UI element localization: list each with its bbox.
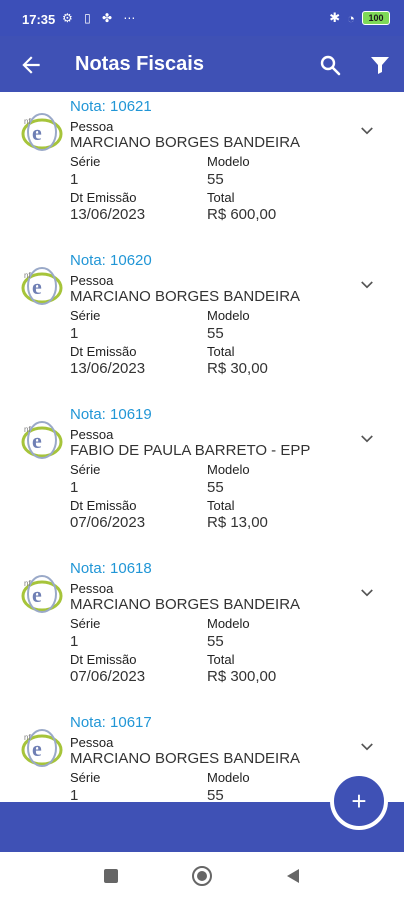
total-value: R$ 13,00	[207, 514, 268, 531]
svg-text:nf: nf	[24, 117, 31, 126]
chevron-down-icon[interactable]	[358, 738, 376, 756]
home-circle-icon[interactable]	[191, 865, 213, 887]
note-card[interactable]: e nf Nota: 10620 Pessoa MARCIANO BORGES …	[0, 246, 404, 401]
pessoa-label: Pessoa	[70, 119, 114, 134]
serie-label: Série	[70, 616, 101, 631]
chevron-down-icon[interactable]	[358, 122, 376, 140]
modelo-value: 55	[207, 325, 224, 342]
note-card[interactable]: e nf Nota: 10619 Pessoa FABIO DE PAULA B…	[0, 400, 404, 555]
total-label: Total	[207, 344, 235, 359]
svg-text:nf: nf	[24, 579, 31, 588]
system-icons: ✱ ◔ 100	[329, 10, 390, 26]
serie-value: 1	[70, 479, 79, 496]
dt-emissao-value: 13/06/2023	[70, 360, 146, 377]
svg-text:nf: nf	[24, 271, 31, 280]
nota-number[interactable]: Nota: 10621	[70, 98, 152, 115]
status-time: 17:35	[22, 12, 56, 27]
modelo-label: Modelo	[207, 770, 250, 785]
bluetooth-icon: ✱	[329, 10, 341, 25]
nfe-logo-icon: e nf	[21, 575, 63, 613]
nfe-logo-icon: e nf	[21, 421, 63, 459]
serie-value: 1	[70, 171, 79, 188]
serie-value: 1	[70, 325, 79, 342]
modelo-value: 55	[207, 479, 224, 496]
svg-text:e: e	[32, 120, 42, 145]
serie-label: Série	[70, 308, 101, 323]
total-value: R$ 300,00	[207, 668, 277, 685]
modelo-label: Modelo	[207, 616, 250, 631]
filter-icon[interactable]	[368, 53, 392, 77]
svg-text:e: e	[32, 582, 42, 607]
pessoa-value: MARCIANO BORGES BANDEIRA	[70, 134, 301, 151]
total-label: Total	[207, 190, 235, 205]
pessoa-label: Pessoa	[70, 273, 114, 288]
serie-label: Série	[70, 462, 101, 477]
wifi-icon: ◔	[347, 10, 355, 26]
battery-icon: 100	[362, 11, 390, 25]
total-label: Total	[207, 652, 235, 667]
search-icon[interactable]	[318, 53, 342, 77]
serie-value: 1	[70, 787, 79, 802]
dt-emissao-label: Dt Emissão	[70, 344, 137, 359]
chevron-down-icon[interactable]	[358, 584, 376, 602]
nfe-logo-icon: e nf	[21, 267, 63, 305]
svg-text:e: e	[32, 736, 42, 761]
dt-emissao-label: Dt Emissão	[70, 652, 137, 667]
back-arrow-icon[interactable]	[18, 52, 44, 78]
pessoa-value: MARCIANO BORGES BANDEIRA	[70, 288, 301, 305]
nota-number[interactable]: Nota: 10620	[70, 252, 152, 269]
pessoa-value: FABIO DE PAULA BARRETO - EPP	[70, 442, 311, 459]
pessoa-label: Pessoa	[70, 735, 114, 750]
note-card[interactable]: e nf Nota: 10621 Pessoa MARCIANO BORGES …	[0, 92, 404, 247]
nota-number[interactable]: Nota: 10617	[70, 714, 152, 731]
note-card[interactable]: e nf Nota: 10618 Pessoa MARCIANO BORGES …	[0, 554, 404, 709]
total-label: Total	[207, 498, 235, 513]
pessoa-value: MARCIANO BORGES BANDEIRA	[70, 596, 301, 613]
chevron-down-icon[interactable]	[358, 276, 376, 294]
nota-number[interactable]: Nota: 10619	[70, 406, 152, 423]
back-triangle-icon[interactable]	[284, 867, 302, 885]
dt-emissao-value: 13/06/2023	[70, 206, 146, 223]
add-nota-button[interactable]: +	[330, 772, 388, 830]
serie-value: 1	[70, 633, 79, 650]
chevron-down-icon[interactable]	[358, 430, 376, 448]
recents-square-icon[interactable]	[102, 867, 120, 885]
serie-label: Série	[70, 154, 101, 169]
app-bar: Notas Fiscais	[0, 36, 404, 92]
modelo-value: 55	[207, 787, 224, 802]
dt-emissao-label: Dt Emissão	[70, 498, 137, 513]
system-nav-bar	[0, 852, 404, 900]
nfe-logo-icon: e nf	[21, 113, 63, 151]
pessoa-label: Pessoa	[70, 581, 114, 596]
modelo-value: 55	[207, 171, 224, 188]
total-value: R$ 30,00	[207, 360, 268, 377]
svg-text:nf: nf	[24, 425, 31, 434]
pessoa-value: MARCIANO BORGES BANDEIRA	[70, 750, 301, 767]
svg-text:e: e	[32, 274, 42, 299]
dt-emissao-value: 07/06/2023	[70, 668, 146, 685]
modelo-label: Modelo	[207, 462, 250, 477]
serie-label: Série	[70, 770, 101, 785]
pessoa-label: Pessoa	[70, 427, 114, 442]
total-value: R$ 600,00	[207, 206, 277, 223]
nota-number[interactable]: Nota: 10618	[70, 560, 152, 577]
nfe-logo-icon: e nf	[21, 729, 63, 767]
status-bar: 17:35 ⚙ ▯ ✤ ⋯ ✱ ◔ 100	[0, 0, 404, 36]
notification-icons: ⚙ ▯ ✤ ⋯	[62, 11, 140, 25]
dt-emissao-label: Dt Emissão	[70, 190, 137, 205]
modelo-value: 55	[207, 633, 224, 650]
notes-list: e nf Nota: 10621 Pessoa MARCIANO BORGES …	[0, 92, 404, 802]
svg-text:nf: nf	[24, 733, 31, 742]
dt-emissao-value: 07/06/2023	[70, 514, 146, 531]
modelo-label: Modelo	[207, 154, 250, 169]
svg-text:e: e	[32, 428, 42, 453]
modelo-label: Modelo	[207, 308, 250, 323]
page-title: Notas Fiscais	[75, 53, 204, 75]
